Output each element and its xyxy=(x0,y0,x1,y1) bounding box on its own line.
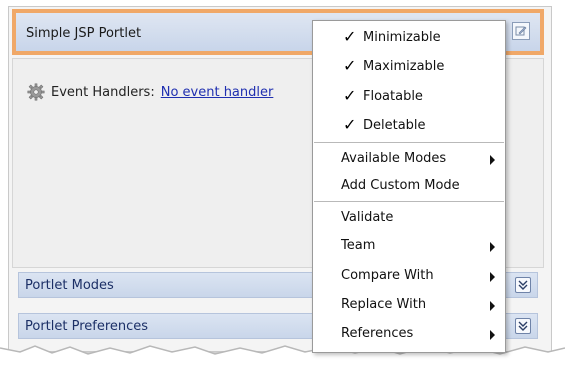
menu-item-label: Minimizable xyxy=(363,30,441,45)
event-handlers-row: Event Handlers: No event handler xyxy=(27,83,273,101)
checkmark-icon: ✓ xyxy=(343,86,357,105)
portlet-modes-label: Portlet Modes xyxy=(25,278,114,293)
menu-separator xyxy=(314,201,504,202)
menu-item-label: Team xyxy=(341,238,376,253)
menu-separator xyxy=(314,142,504,143)
menu-item-compare-with[interactable]: Compare With xyxy=(313,263,505,289)
chevron-double-down-icon[interactable] xyxy=(515,277,531,293)
submenu-arrow-icon xyxy=(490,155,495,165)
menu-item-label: Available Modes xyxy=(341,151,447,166)
portlet-title: Simple JSP Portlet xyxy=(26,26,142,41)
menu-item-add-custom-mode[interactable]: Add Custom Mode xyxy=(313,173,505,199)
submenu-arrow-icon xyxy=(490,330,495,340)
menu-item-label: Deletable xyxy=(363,118,426,133)
menu-item-label: Replace With xyxy=(341,297,427,312)
menu-item-floatable[interactable]: ✓ Floatable xyxy=(313,84,505,110)
menu-item-label: Floatable xyxy=(363,89,423,104)
menu-item-label: Validate xyxy=(341,210,394,225)
event-handler-link[interactable]: No event handler xyxy=(161,85,274,100)
menu-item-label: References xyxy=(341,326,414,341)
submenu-arrow-icon xyxy=(490,301,495,311)
submenu-arrow-icon xyxy=(490,272,495,282)
checkmark-icon: ✓ xyxy=(343,27,357,46)
event-handlers-label: Event Handlers: xyxy=(51,84,155,100)
context-menu: ✓ Minimizable ✓ Maximizable ✓ Floatable … xyxy=(312,20,506,353)
chevron-double-down-icon[interactable] xyxy=(515,318,531,334)
edit-icon[interactable] xyxy=(512,22,530,40)
portlet-preferences-label: Portlet Preferences xyxy=(25,319,149,334)
menu-item-label: Compare With xyxy=(341,268,434,283)
checkmark-icon: ✓ xyxy=(343,56,357,75)
menu-item-minimizable[interactable]: ✓ Minimizable xyxy=(313,25,505,51)
menu-item-references[interactable]: References xyxy=(313,321,505,347)
menu-item-label: Maximizable xyxy=(363,59,445,74)
menu-item-maximizable[interactable]: ✓ Maximizable xyxy=(313,54,505,80)
menu-item-available-modes[interactable]: Available Modes xyxy=(313,146,505,172)
submenu-arrow-icon xyxy=(490,242,495,252)
menu-item-team[interactable]: Team xyxy=(313,233,505,259)
gear-icon xyxy=(27,83,45,101)
checkmark-icon: ✓ xyxy=(343,115,357,134)
menu-item-deletable[interactable]: ✓ Deletable xyxy=(313,113,505,139)
menu-item-replace-with[interactable]: Replace With xyxy=(313,292,505,318)
menu-item-label: Add Custom Mode xyxy=(341,178,460,193)
menu-item-validate[interactable]: Validate xyxy=(313,205,505,231)
